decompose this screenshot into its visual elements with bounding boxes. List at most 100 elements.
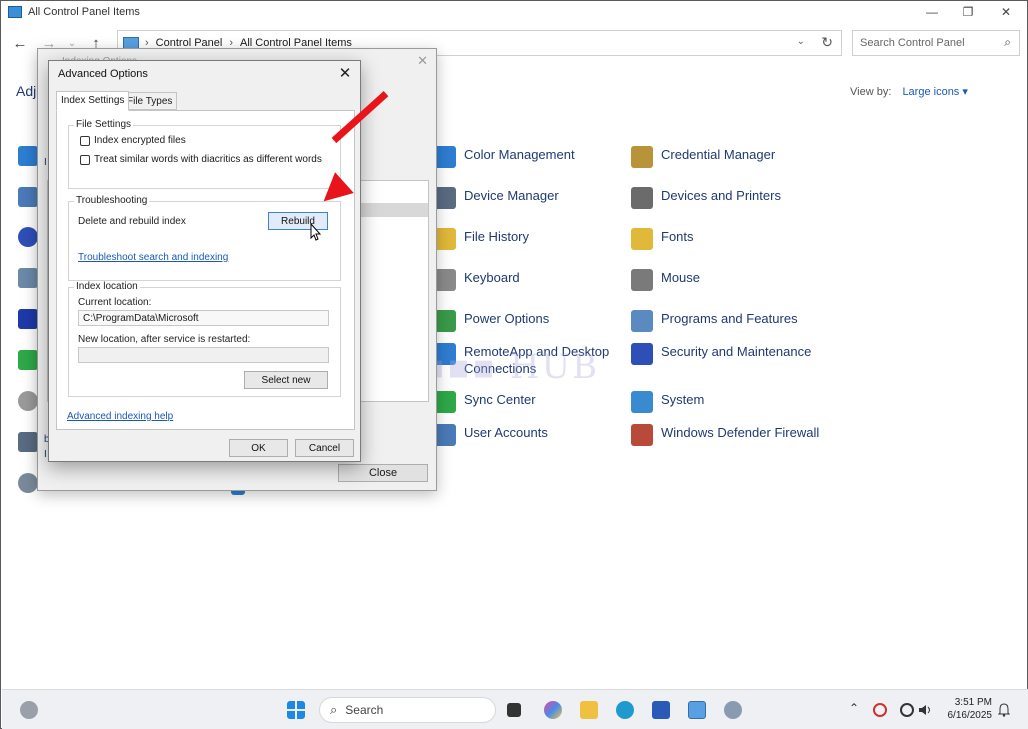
task-view-icon[interactable] bbox=[507, 703, 521, 717]
close-icon[interactable]: ✕ bbox=[417, 53, 428, 69]
tab-index-settings[interactable]: Index Settings bbox=[56, 91, 130, 111]
item-icon bbox=[18, 227, 38, 247]
cursor-icon bbox=[310, 223, 322, 241]
user-accounts-icon bbox=[434, 424, 456, 446]
cp-item-security-and-maintenance[interactable]: Security and Maintenance bbox=[631, 343, 821, 365]
cp-item-label: Security and Maintenance bbox=[661, 344, 812, 359]
ok-button[interactable]: OK bbox=[229, 439, 288, 457]
network-icon[interactable] bbox=[900, 703, 914, 717]
indexing-options-taskbar-icon[interactable] bbox=[724, 701, 742, 719]
maximize-button[interactable]: ❐ bbox=[950, 2, 986, 22]
text-fragment: I bbox=[44, 157, 47, 168]
security-and-maintenance-icon bbox=[631, 343, 653, 365]
text-fragment: I bbox=[44, 449, 47, 460]
cp-item-mouse[interactable]: Mouse bbox=[631, 269, 821, 291]
page-title: Adj bbox=[16, 83, 37, 99]
item-icon bbox=[18, 146, 38, 166]
select-new-button[interactable]: Select new bbox=[244, 371, 328, 389]
tray-chevron-icon[interactable]: ⌃ bbox=[849, 701, 859, 715]
cp-item-label: Sync Center bbox=[464, 392, 536, 407]
volume-icon[interactable] bbox=[918, 703, 932, 717]
back-button[interactable]: ← bbox=[10, 33, 30, 53]
minimize-button[interactable]: — bbox=[914, 2, 950, 22]
view-by-dropdown[interactable]: Large icons ▾ bbox=[902, 86, 967, 98]
credential-manager-icon bbox=[631, 146, 653, 168]
item-icon bbox=[18, 432, 38, 452]
weather-icon[interactable] bbox=[20, 701, 38, 719]
windows-defender-firewall-icon bbox=[631, 424, 653, 446]
close-window-button[interactable]: ✕ bbox=[988, 2, 1024, 22]
cp-item-power-options[interactable]: Power Options bbox=[434, 310, 614, 332]
edge-icon[interactable] bbox=[616, 701, 634, 719]
cp-item-device-manager[interactable]: Device Manager bbox=[434, 187, 614, 209]
troubleshoot-link[interactable]: Troubleshoot search and indexing bbox=[78, 252, 228, 263]
cp-item-windows-defender-firewall[interactable]: Windows Defender Firewall bbox=[631, 424, 821, 446]
copilot-icon[interactable] bbox=[544, 701, 562, 719]
cp-item-system[interactable]: System bbox=[631, 391, 821, 413]
search-icon: ⌕ bbox=[330, 702, 338, 717]
new-location-field bbox=[78, 347, 329, 363]
cp-item-keyboard[interactable]: Keyboard bbox=[434, 269, 614, 291]
power-options-icon bbox=[434, 310, 456, 332]
clock[interactable]: 3:51 PM 6/16/2025 bbox=[940, 696, 993, 722]
cp-item-user-accounts[interactable]: User Accounts bbox=[434, 424, 614, 446]
advanced-help-link[interactable]: Advanced indexing help bbox=[67, 411, 173, 422]
search-icon[interactable]: ⌕ bbox=[1004, 35, 1011, 50]
cp-item-programs-and-features[interactable]: Programs and Features bbox=[631, 310, 821, 332]
mouse-icon bbox=[631, 269, 653, 291]
devices-and-printers-icon bbox=[631, 187, 653, 209]
index-encrypted-checkbox[interactable]: Index encrypted files bbox=[80, 135, 186, 146]
sync-icon[interactable] bbox=[873, 703, 887, 717]
checkbox-label: Treat similar words with diacritics as d… bbox=[94, 154, 322, 165]
cp-item-color-management[interactable]: Color Management bbox=[434, 146, 614, 168]
keyboard-icon bbox=[434, 269, 456, 291]
device-manager-icon bbox=[434, 187, 456, 209]
title-bar: All Control Panel Items — ❐ ✕ bbox=[2, 2, 1028, 22]
cp-item-label: Mouse bbox=[661, 270, 701, 285]
checkbox-box[interactable] bbox=[80, 154, 90, 165]
control-panel-taskbar-icon[interactable] bbox=[688, 701, 706, 719]
cp-item-credential-manager[interactable]: Credential Manager bbox=[631, 146, 821, 168]
cp-item-file-history[interactable]: File History bbox=[434, 228, 614, 250]
taskbar: ⌕ Search ⌃ 3:51 PM 6/16/2025 bbox=[2, 689, 1028, 729]
index-settings-panel: File Settings Index encrypted files Trea… bbox=[56, 110, 355, 430]
cp-item-label: User Accounts bbox=[464, 425, 548, 440]
address-dropdown-icon[interactable]: ⌄ bbox=[797, 36, 805, 47]
sync-center-icon bbox=[434, 391, 456, 413]
clock-time: 3:51 PM bbox=[954, 697, 992, 708]
checkbox-box[interactable] bbox=[80, 135, 90, 146]
close-icon[interactable]: ✕ bbox=[335, 63, 355, 83]
cp-item-fonts[interactable]: Fonts bbox=[631, 228, 821, 250]
cp-item-label: Fonts bbox=[661, 229, 694, 244]
diacritics-checkbox[interactable]: Treat similar words with diacritics as d… bbox=[80, 154, 322, 165]
store-icon[interactable] bbox=[652, 701, 670, 719]
indexing-close-button[interactable]: Close bbox=[338, 464, 428, 482]
window-title: All Control Panel Items bbox=[28, 6, 140, 18]
current-location-label: Current location: bbox=[78, 297, 152, 308]
cp-item-label: System bbox=[661, 392, 705, 407]
view-by: View by: Large icons ▾ bbox=[850, 85, 968, 98]
refresh-icon[interactable]: ↻ bbox=[821, 34, 833, 51]
start-icon[interactable] bbox=[287, 701, 305, 719]
notification-bell-icon[interactable] bbox=[998, 703, 1010, 717]
cp-item-sync-center[interactable]: Sync Center bbox=[434, 391, 614, 413]
taskbar-search[interactable]: ⌕ Search bbox=[319, 697, 496, 723]
tab-file-types[interactable]: File Types bbox=[122, 92, 178, 110]
current-location-field: C:\ProgramData\Microsoft bbox=[78, 310, 329, 326]
item-icon bbox=[18, 309, 38, 329]
cp-item-label: Credential Manager bbox=[661, 147, 776, 162]
group-label: Troubleshooting bbox=[74, 195, 150, 206]
item-icon bbox=[18, 350, 38, 370]
file-explorer-icon[interactable] bbox=[580, 701, 598, 719]
index-location-group: Index location Current location: C:\Prog… bbox=[68, 281, 341, 397]
cp-item-label: Color Management bbox=[464, 147, 575, 162]
cp-item-devices-and-printers[interactable]: Devices and Printers bbox=[631, 187, 821, 209]
cp-item-label: Keyboard bbox=[464, 270, 520, 285]
checkbox-label: Index encrypted files bbox=[94, 135, 186, 146]
cancel-button[interactable]: Cancel bbox=[295, 439, 354, 457]
search-input[interactable]: Search Control Panel ⌕ bbox=[852, 30, 1020, 56]
clock-date: 6/16/2025 bbox=[947, 710, 993, 721]
fonts-icon bbox=[631, 228, 653, 250]
item-icon bbox=[18, 187, 38, 207]
control-panel-icon bbox=[8, 6, 22, 18]
